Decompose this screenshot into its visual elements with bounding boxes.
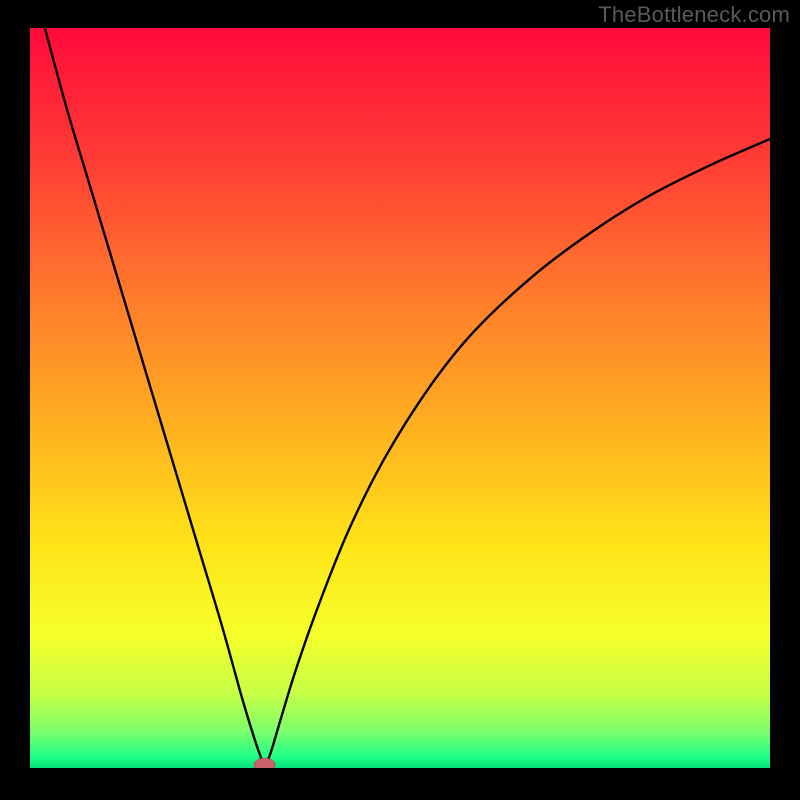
chart-frame: TheBottleneck.com	[0, 0, 800, 800]
gradient-background	[30, 28, 770, 768]
watermark-text: TheBottleneck.com	[598, 2, 790, 28]
plot-svg	[30, 28, 770, 768]
minimum-marker	[254, 758, 275, 768]
plot-area	[30, 28, 770, 768]
